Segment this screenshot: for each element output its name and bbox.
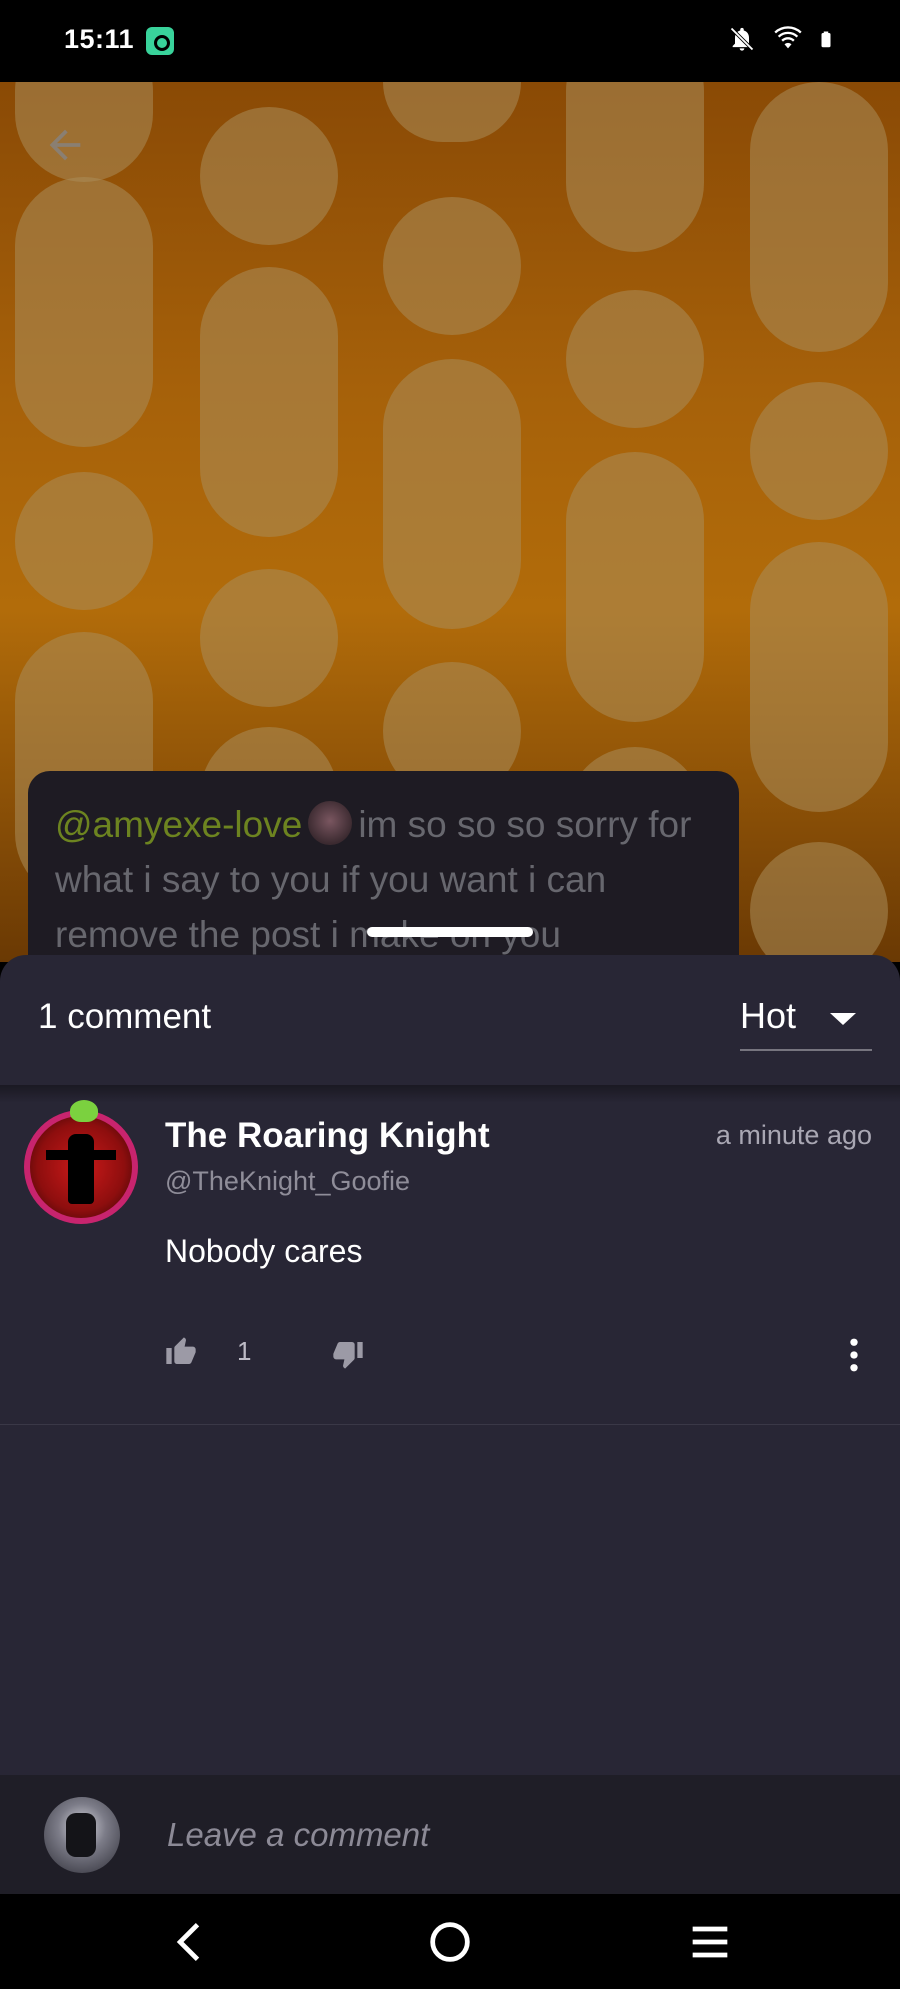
- mention-avatar: [308, 801, 353, 845]
- app-notification-icon: [146, 27, 174, 55]
- avatar[interactable]: [24, 1100, 138, 1224]
- comment-item: The Roaring Knight @TheKnight_Goofie a m…: [0, 1086, 900, 1425]
- like-count: 1: [237, 1336, 252, 1366]
- comment-count: 1 comment: [38, 997, 212, 1036]
- comment-body: Nobody cares: [165, 1233, 363, 1269]
- wifi-icon: [774, 26, 802, 49]
- chevron-down-icon: [830, 1013, 856, 1025]
- sort-value: Hot: [740, 995, 797, 1036]
- status-time: 15:11: [64, 24, 135, 54]
- comment-composer: [0, 1775, 900, 1894]
- thumbs-down-icon[interactable]: [332, 1338, 364, 1370]
- comment-username[interactable]: The Roaring Knight: [165, 1116, 490, 1156]
- post-mention[interactable]: @amyexe-love: [55, 804, 302, 845]
- more-options-icon[interactable]: [848, 1338, 860, 1372]
- comments-sheet: 1 comment Hot The Roaring Knight @TheKni…: [0, 955, 900, 1894]
- back-arrow-icon[interactable]: [42, 122, 88, 168]
- nav-menu-icon[interactable]: [684, 1916, 736, 1968]
- post-text: @amyexe-love im so so so sorry for what i…: [55, 797, 715, 962]
- current-user-avatar: [44, 1797, 120, 1873]
- bell-off-icon: [730, 27, 754, 51]
- nav-home-icon[interactable]: [424, 1916, 476, 1968]
- comments-header: 1 comment Hot: [0, 955, 900, 1085]
- thumbs-up-icon[interactable]: [165, 1336, 197, 1368]
- comment-timestamp: a minute ago: [715, 1120, 872, 1150]
- sheet-drag-handle[interactable]: [367, 927, 533, 937]
- comment-handle: @TheKnight_Goofie: [165, 1166, 411, 1196]
- comment-input[interactable]: [165, 1809, 869, 1861]
- sort-dropdown[interactable]: Hot: [740, 993, 872, 1051]
- status-bar: 15:11: [0, 0, 900, 82]
- system-nav-bar: [0, 1894, 900, 1989]
- battery-icon: [821, 31, 831, 48]
- frog-badge-icon: [70, 1100, 98, 1122]
- nav-back-icon[interactable]: [165, 1916, 217, 1968]
